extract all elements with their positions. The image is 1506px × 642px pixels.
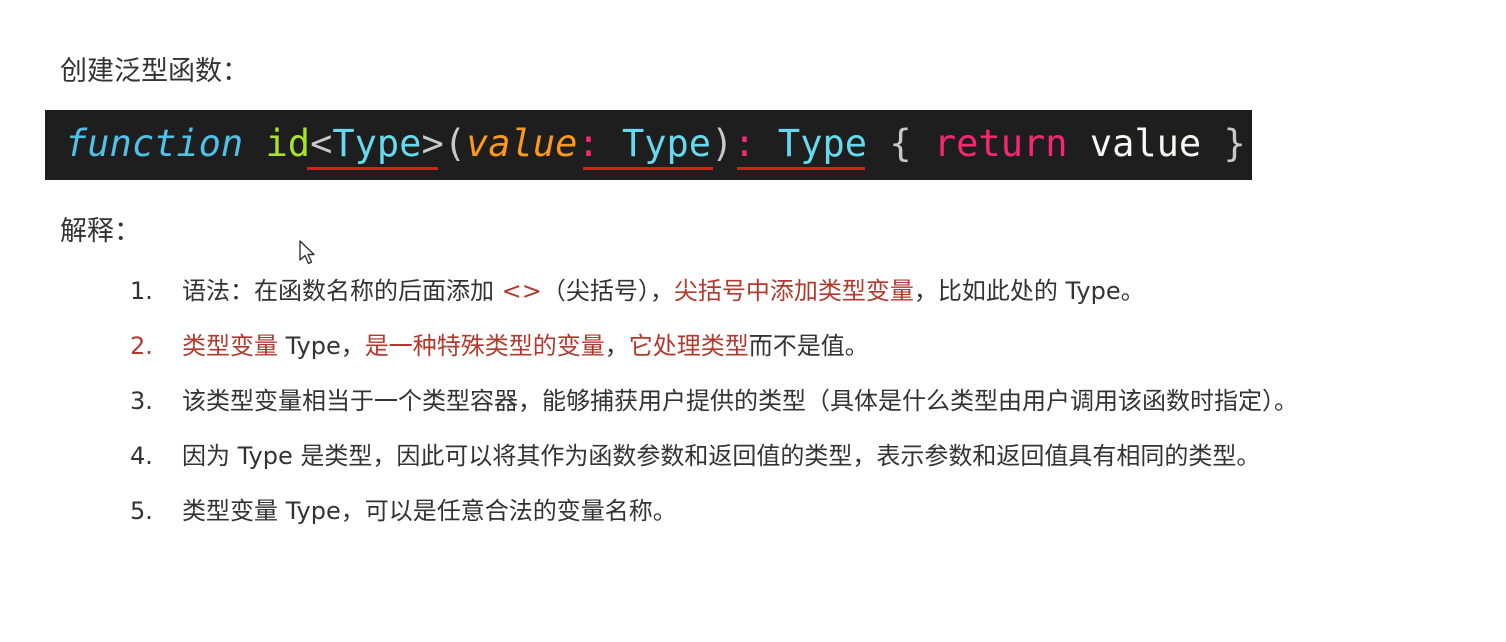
code-function-name: id [265, 122, 311, 165]
list-number: 3. [130, 387, 153, 415]
code-param-type: Type [621, 122, 712, 165]
list-number: 1. [130, 277, 153, 305]
list-text: 因为 Type 是类型，因此可以将其作为函数参数和返回值的类型，表示参数和返回值… [182, 442, 1261, 470]
underline-param-type [583, 167, 713, 170]
highlight-text: 它处理类型 [628, 332, 749, 360]
code-return-type: Type [777, 122, 868, 165]
highlight-text: <> [501, 277, 542, 305]
underline-type-param [307, 167, 438, 170]
list-text: 类型变量 Type，是一种特殊类型的变量，它处理类型而不是值。 [182, 331, 869, 361]
section-heading-explain: 解释： [60, 216, 141, 247]
code-angle-close: > [421, 122, 444, 165]
underline-return-type [737, 167, 865, 170]
code-return-value: value [1089, 122, 1202, 165]
list-text: 语法：在函数名称的后面添加 <>（尖括号），尖括号中添加类型变量，比如此处的 T… [182, 276, 1145, 306]
list-text: 类型变量 Type，可以是任意合法的变量名称。 [182, 497, 677, 525]
mouse-pointer-icon [299, 240, 315, 265]
code-type-param: Type [332, 122, 422, 165]
text-segment: 而不是值。 [748, 332, 869, 360]
highlight-text: 类型变量 [182, 332, 278, 360]
code-brace-close: } [1223, 122, 1246, 165]
list-text: 该类型变量相当于一个类型容器，能够捕获用户提供的类型（具体是什么类型由用户调用该… [182, 387, 1298, 415]
list-number: 4. [130, 442, 153, 470]
highlight-text: 尖括号中添加类型变量 [673, 277, 914, 305]
text-segment: ， [604, 332, 629, 360]
code-line: function id<Type>(value: Type): Type { r… [65, 122, 1246, 166]
highlight-text: 是一种特殊类型的变量 [364, 332, 605, 360]
section-heading-create: 创建泛型函数： [60, 56, 249, 87]
code-colon: : [733, 122, 756, 165]
text-segment: ，比如此处的 Type。 [913, 277, 1145, 305]
list-number: 2. [130, 332, 153, 360]
list-number: 5. [130, 497, 153, 525]
code-keyword-function: function [65, 122, 244, 165]
text-segment: 语法：在函数名称的后面添加 [182, 277, 502, 305]
text-segment: （尖括号）， [541, 277, 674, 305]
code-paren-open: ( [443, 122, 467, 165]
code-colon: : [577, 122, 600, 165]
text-segment: Type， [278, 332, 365, 360]
code-param-name: value [466, 122, 578, 165]
code-paren-close: ) [711, 122, 734, 165]
code-keyword-return: return [933, 122, 1068, 165]
code-angle-open: < [310, 122, 333, 165]
code-brace-open: { [889, 122, 912, 165]
